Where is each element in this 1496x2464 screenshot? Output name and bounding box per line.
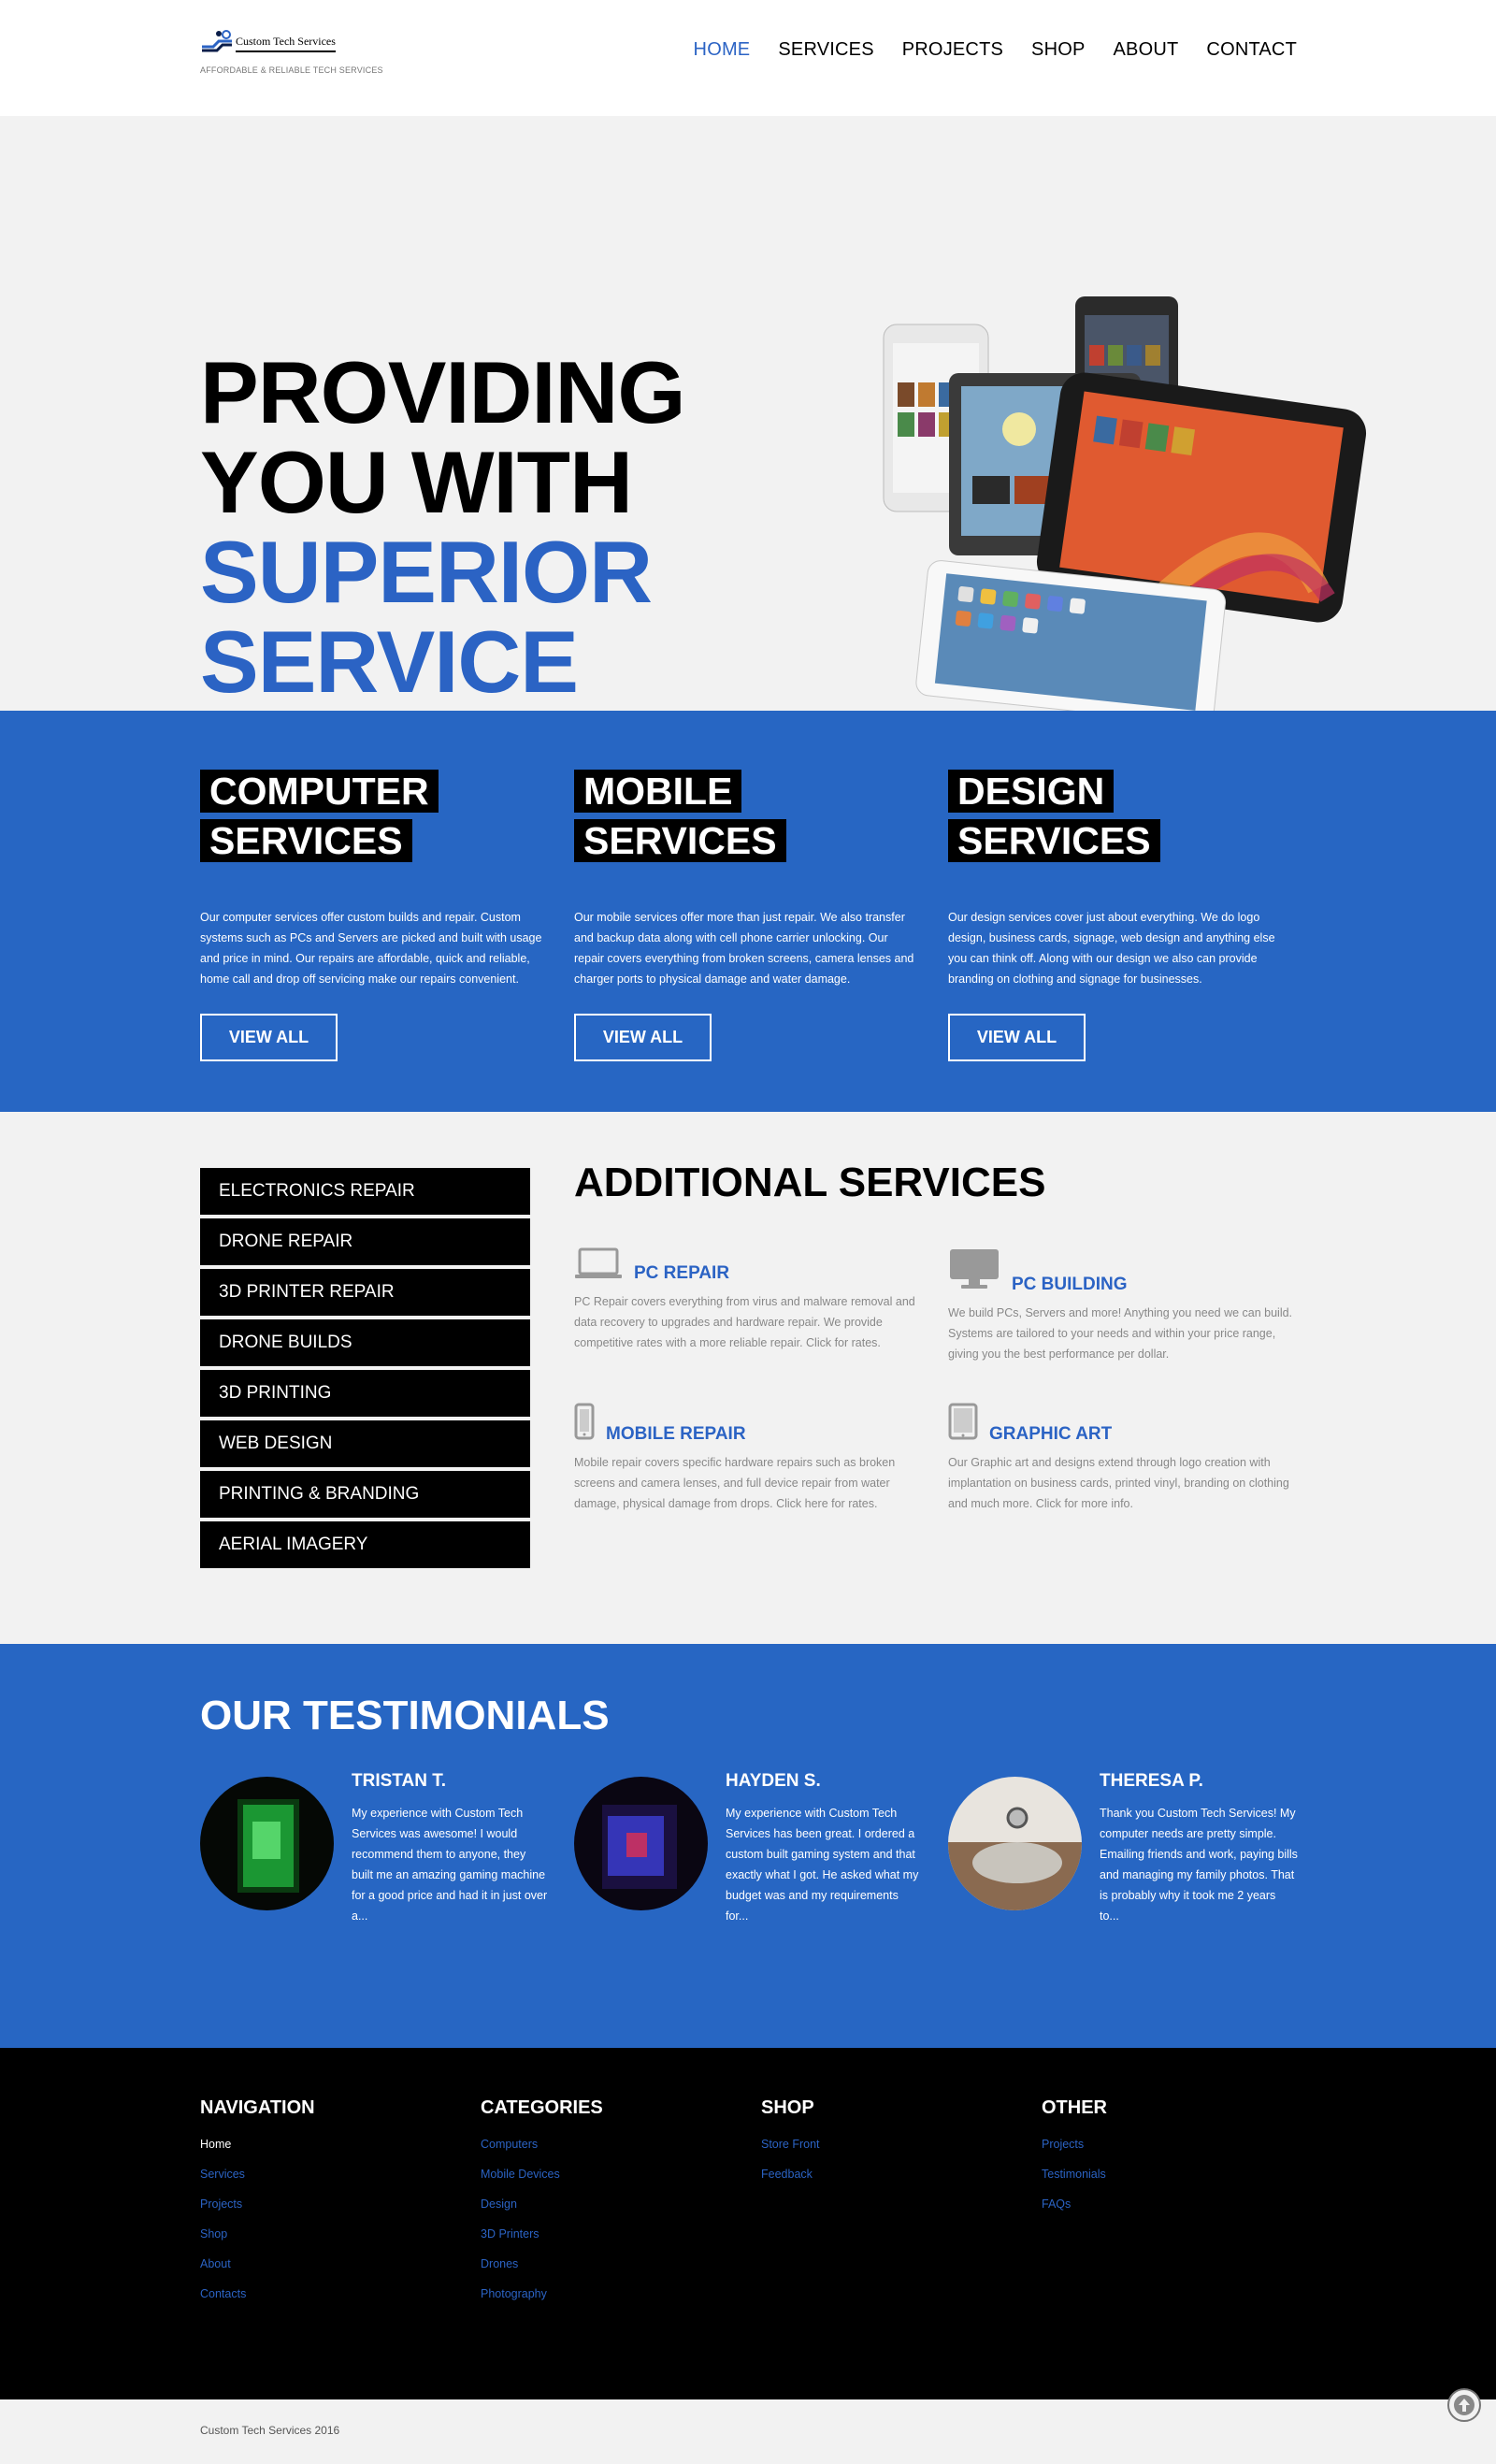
side-menu-item[interactable]: WEB DESIGN <box>200 1420 530 1467</box>
footer-column-categories: CATEGORIES Computers Mobile Devices Desi… <box>481 2097 603 2317</box>
footer-link[interactable]: About <box>200 2257 315 2287</box>
footer-heading: CATEGORIES <box>481 2097 603 2118</box>
service-label: MOBILE REPAIR <box>606 1424 746 1444</box>
footer-link[interactable]: Services <box>200 2168 315 2197</box>
side-menu-item[interactable]: PRINTING & BRANDING <box>200 1471 530 1518</box>
service-title-line-2: SERVICES <box>200 819 412 862</box>
testimonial-text: My experience with Custom Tech Services … <box>352 1807 548 1923</box>
footer-column-navigation: NAVIGATION Home Services Projects Shop A… <box>200 2097 315 2317</box>
testimonial-name: TRISTAN T. <box>352 1771 446 1791</box>
monitor-icon <box>948 1247 1000 1295</box>
footer-link[interactable]: Contacts <box>200 2287 315 2317</box>
copyright-text: Custom Tech Services 2016 <box>200 2424 340 2437</box>
view-all-button[interactable]: VIEW ALL <box>574 1014 712 1061</box>
footer-link[interactable]: Feedback <box>761 2168 820 2197</box>
nav-projects[interactable]: PROJECTS <box>902 39 1003 61</box>
footer-link[interactable]: Testimonials <box>1042 2168 1107 2197</box>
service-description: PC Repair covers everything from virus a… <box>574 1295 915 1349</box>
scroll-to-top-icon[interactable] <box>1447 2388 1481 2422</box>
hero-slider: PROVIDING YOU WITH SUPERIOR SERVICE <box>0 116 1496 775</box>
site-header: Custom Tech Services AFFORDABLE & RELIAB… <box>0 0 1496 116</box>
testimonials-title: OUR TESTIMONIALS <box>200 1693 610 1738</box>
hero-line-1: PROVIDING <box>200 343 686 441</box>
copyright-bar: Custom Tech Services 2016 <box>0 2388 1496 2464</box>
hero-line-4: SERVICE <box>200 612 579 711</box>
footer-link[interactable]: Computers <box>481 2138 603 2168</box>
testimonial-text: My experience with Custom Tech Services … <box>726 1807 919 1923</box>
service-description: Our Graphic art and designs extend throu… <box>948 1456 1289 1510</box>
hero-tablets-image <box>879 289 1412 728</box>
service-mobile: MOBILE SERVICES Our mobile services offe… <box>574 767 920 1061</box>
side-menu-item[interactable]: DRONE REPAIR <box>200 1218 530 1265</box>
nav-services[interactable]: SERVICES <box>778 39 873 61</box>
service-side-menu: ELECTRONICS REPAIR DRONE REPAIR 3D PRINT… <box>200 1168 530 1572</box>
footer-link[interactable]: Store Front <box>761 2138 820 2168</box>
footer-link[interactable]: Projects <box>200 2197 315 2227</box>
side-menu-item[interactable]: 3D PRINTING <box>200 1370 530 1417</box>
service-description: We build PCs, Servers and more! Anything… <box>948 1306 1293 1361</box>
nav-home[interactable]: HOME <box>694 39 751 61</box>
footer-link[interactable]: Mobile Devices <box>481 2168 603 2197</box>
nav-shop[interactable]: SHOP <box>1031 39 1085 61</box>
footer-link[interactable]: Projects <box>1042 2138 1107 2168</box>
footer-link[interactable]: Drones <box>481 2257 603 2287</box>
service-label: PC REPAIR <box>634 1263 730 1283</box>
side-menu-item[interactable]: DRONE BUILDS <box>200 1319 530 1366</box>
service-title-line-2: SERVICES <box>574 819 786 862</box>
hero-line-2: YOU WITH <box>200 433 633 531</box>
additional-pc-repair[interactable]: PC REPAIR PC Repair covers everything fr… <box>574 1247 925 1353</box>
footer-column-other: OTHER Projects Testimonials FAQs <box>1042 2097 1107 2227</box>
additional-mobile-repair[interactable]: MOBILE REPAIR Mobile repair covers speci… <box>574 1403 925 1514</box>
nav-about[interactable]: ABOUT <box>1114 39 1179 61</box>
service-title-line-1: MOBILE <box>574 770 742 813</box>
testimonial-photo-blue-pc <box>574 1777 708 1910</box>
footer-heading: SHOP <box>761 2097 814 2118</box>
footer-link[interactable]: Design <box>481 2197 603 2227</box>
side-menu-item[interactable]: ELECTRONICS REPAIR <box>200 1168 530 1215</box>
view-all-button[interactable]: VIEW ALL <box>948 1014 1086 1061</box>
brand-name: Custom Tech Services <box>236 35 336 52</box>
footer-heading: OTHER <box>1042 2097 1107 2118</box>
footer-link[interactable]: Home <box>200 2138 315 2168</box>
testimonial-name: HAYDEN S. <box>726 1771 821 1791</box>
service-computer: COMPUTER SERVICES Our computer services … <box>200 767 546 1061</box>
hero-headline: PROVIDING YOU WITH SUPERIOR SERVICE <box>200 343 686 711</box>
main-nav: HOME SERVICES PROJECTS SHOP ABOUT CONTAC… <box>694 39 1297 61</box>
service-description: Our mobile services offer more than just… <box>574 911 914 986</box>
footer-column-shop: SHOP Store Front Feedback <box>761 2097 820 2197</box>
laptop-icon <box>574 1247 623 1284</box>
additional-pc-building[interactable]: PC BUILDING We build PCs, Servers and mo… <box>948 1247 1299 1364</box>
service-description: Mobile repair covers specific hardware r… <box>574 1456 896 1510</box>
view-all-button[interactable]: VIEW ALL <box>200 1014 338 1061</box>
additional-services-title: ADDITIONAL SERVICES <box>574 1160 1046 1205</box>
service-title-line-1: DESIGN <box>948 770 1115 813</box>
logo[interactable]: Custom Tech Services AFFORDABLE & RELIAB… <box>200 28 387 75</box>
testimonial-photo-device <box>948 1777 1082 1910</box>
brand-tagline: AFFORDABLE & RELIABLE TECH SERVICES <box>200 65 383 75</box>
footer-link[interactable]: Photography <box>481 2287 603 2317</box>
testimonial-photo-green-pc <box>200 1777 334 1910</box>
testimonial-name: THERESA P. <box>1100 1771 1203 1791</box>
phone-icon <box>574 1403 595 1445</box>
footer-link[interactable]: FAQs <box>1042 2197 1107 2227</box>
service-description: Our computer services offer custom build… <box>200 911 542 986</box>
tablet-icon <box>948 1403 978 1445</box>
service-label: PC BUILDING <box>1012 1275 1128 1294</box>
footer-link[interactable]: Shop <box>200 2227 315 2257</box>
service-design: DESIGN SERVICES Our design services cove… <box>948 767 1294 1061</box>
nav-contact[interactable]: CONTACT <box>1206 39 1297 61</box>
service-description: Our design services cover just about eve… <box>948 911 1275 986</box>
logo-circuit-icon <box>200 28 234 52</box>
service-title-line-1: COMPUTER <box>200 770 439 813</box>
footer-link[interactable]: 3D Printers <box>481 2227 603 2257</box>
footer-heading: NAVIGATION <box>200 2097 315 2118</box>
testimonial-text: Thank you Custom Tech Services! My compu… <box>1100 1807 1298 1923</box>
side-menu-item[interactable]: 3D PRINTER REPAIR <box>200 1269 530 1316</box>
side-menu-item[interactable]: AERIAL IMAGERY <box>200 1521 530 1568</box>
service-label: GRAPHIC ART <box>989 1424 1113 1444</box>
additional-graphic-art[interactable]: GRAPHIC ART Our Graphic art and designs … <box>948 1403 1299 1514</box>
hero-line-3: SUPERIOR <box>200 523 653 621</box>
service-title-line-2: SERVICES <box>948 819 1160 862</box>
